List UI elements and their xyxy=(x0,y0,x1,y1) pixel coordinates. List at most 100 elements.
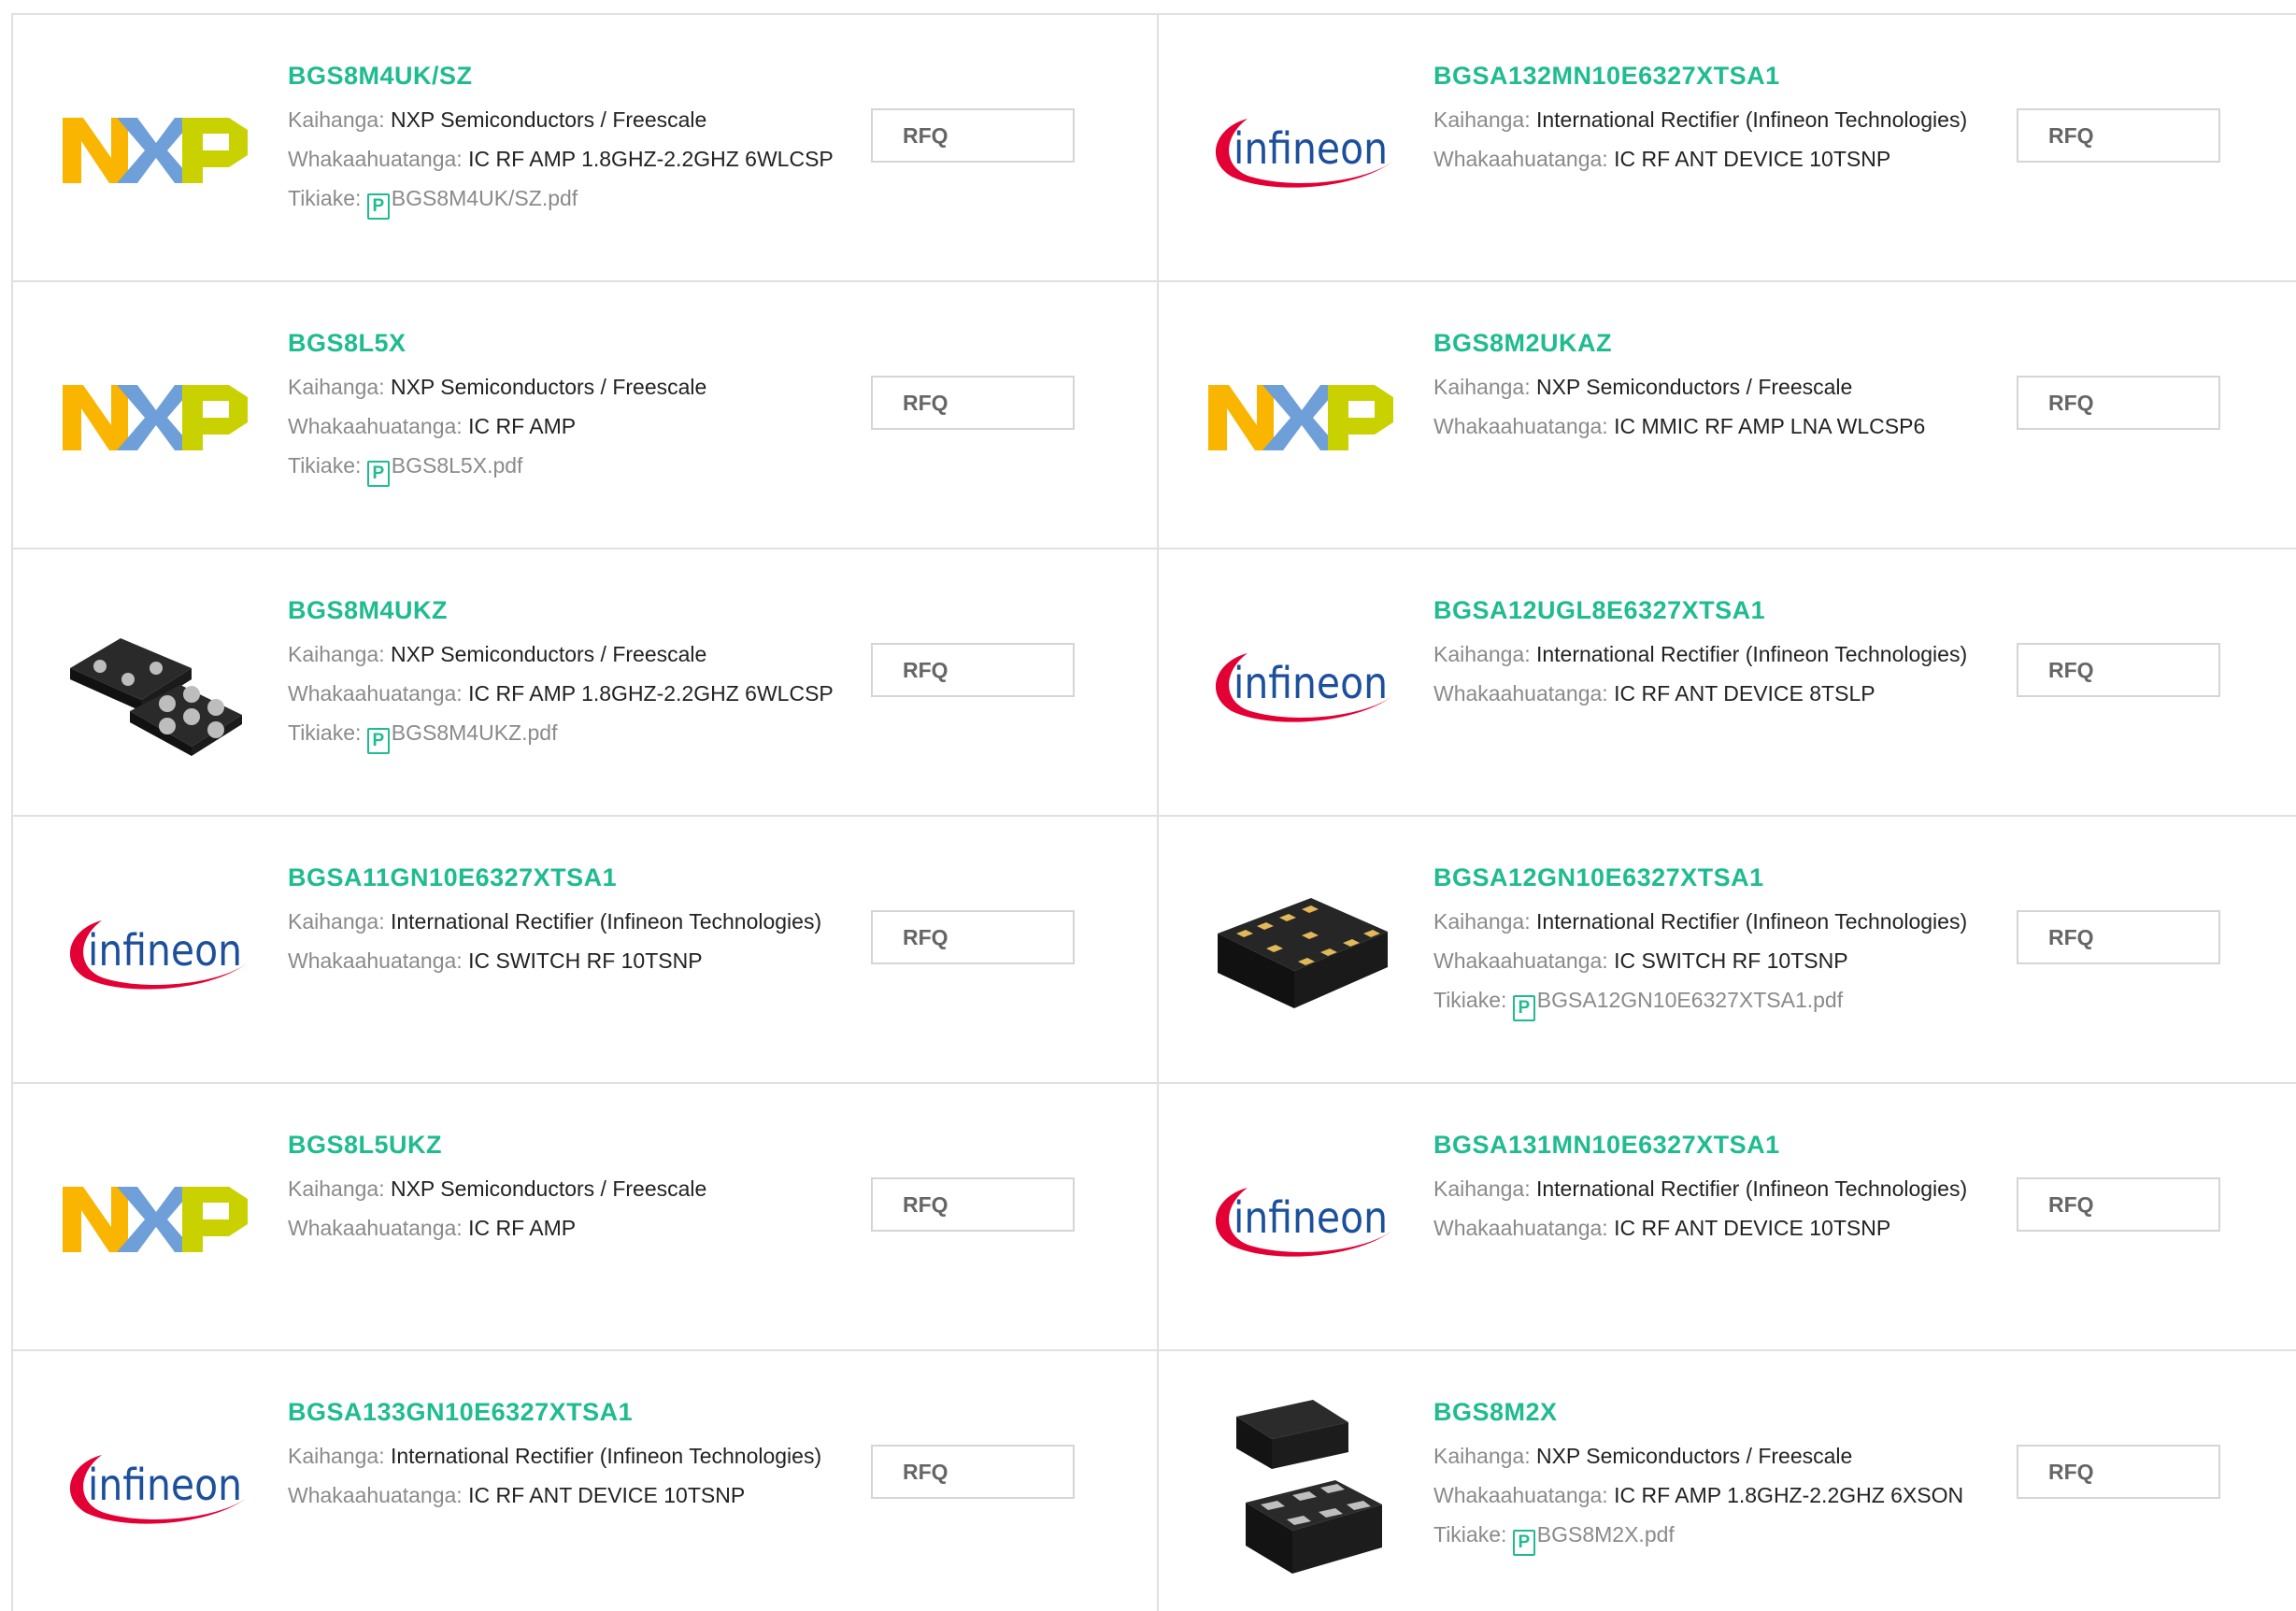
chip-wlcsp6-image[interactable] xyxy=(60,589,251,780)
datasheet-link[interactable]: BGS8M2X.pdf xyxy=(1537,1522,1675,1547)
datasheet-label: Tikiake: xyxy=(288,720,362,745)
part-number-link[interactable]: BGSA131MN10E6327XTSA1 xyxy=(1433,1131,2013,1160)
infineon-logo-image[interactable]: infineon xyxy=(1205,589,1397,780)
description-row: Whakaahuatanga: IC RF ANT DEVICE 10TSNP xyxy=(288,1476,867,1515)
rfq-button[interactable]: RFQ xyxy=(871,108,1075,163)
manufacturer-value: NXP Semiconductors / Freescale xyxy=(390,1176,707,1201)
description-value: IC RF ANT DEVICE 10TSNP xyxy=(468,1483,746,1507)
rfq-button[interactable]: RFQ xyxy=(871,910,1075,964)
description-label: Whakaahuatanga: xyxy=(1433,681,1608,706)
product-card: infineon BGSA132MN10E6327XTSA1 Kaihanga:… xyxy=(1159,15,2296,282)
infineon-logo-image[interactable]: infineon xyxy=(1205,54,1397,246)
manufacturer-value: International Rectifier (Infineon Techno… xyxy=(390,909,822,934)
pdf-icon[interactable]: P xyxy=(366,461,390,487)
rfq-button[interactable]: RFQ xyxy=(2017,376,2220,430)
manufacturer-value: NXP Semiconductors / Freescale xyxy=(390,107,707,132)
pdf-icon[interactable]: P xyxy=(366,193,390,220)
manufacturer-label: Kaihanga: xyxy=(288,1176,385,1201)
datasheet-link[interactable]: BGS8L5X.pdf xyxy=(392,453,523,478)
pdf-icon[interactable]: P xyxy=(1512,1530,1535,1556)
manufacturer-label: Kaihanga: xyxy=(288,375,385,399)
nxp-logo-image[interactable] xyxy=(60,321,251,513)
datasheet-link[interactable]: BGSA12GN10E6327XTSA1.pdf xyxy=(1537,988,1843,1012)
manufacturer-value: International Rectifier (Infineon Techno… xyxy=(1535,642,1968,666)
manufacturer-label: Kaihanga: xyxy=(288,642,385,666)
product-card: BGS8M2X Kaihanga: NXP Semiconductors / F… xyxy=(1159,1351,2296,1611)
description-value: IC MMIC RF AMP LNA WLCSP6 xyxy=(1614,414,1926,438)
rfq-button[interactable]: RFQ xyxy=(2017,910,2220,964)
nxp-logo-image[interactable] xyxy=(1205,321,1397,513)
nxp-logo-image[interactable] xyxy=(60,54,251,246)
part-number-link[interactable]: BGS8L5UKZ xyxy=(288,1131,867,1160)
description-value: IC RF ANT DEVICE 10TSNP xyxy=(1614,147,1891,171)
manufacturer-value: NXP Semiconductors / Freescale xyxy=(390,375,707,399)
description-label: Whakaahuatanga: xyxy=(288,1216,463,1240)
infineon-logo-image[interactable]: infineon xyxy=(60,856,251,1048)
description-label: Whakaahuatanga: xyxy=(1433,147,1608,171)
rfq-button[interactable]: RFQ xyxy=(2017,1445,2220,1499)
manufacturer-label: Kaihanga: xyxy=(288,1444,385,1468)
product-card: infineon BGSA11GN10E6327XTSA1 Kaihanga: … xyxy=(13,817,1159,1084)
part-number-link[interactable]: BGSA133GN10E6327XTSA1 xyxy=(288,1398,867,1427)
manufacturer-row: Kaihanga: International Rectifier (Infin… xyxy=(1433,100,2013,139)
svg-text:infineon: infineon xyxy=(1234,123,1388,174)
product-info: BGS8M2UKAZ Kaihanga: NXP Semiconductors … xyxy=(1433,329,2013,446)
product-grid: BGS8M4UK/SZ Kaihanga: NXP Semiconductors… xyxy=(11,13,2296,1611)
manufacturer-row: Kaihanga: NXP Semiconductors / Freescale xyxy=(1433,367,2013,406)
description-label: Whakaahuatanga: xyxy=(288,1483,463,1507)
infineon-logo-image[interactable]: infineon xyxy=(1205,1123,1397,1315)
nxp-logo-image[interactable] xyxy=(60,1123,251,1315)
manufacturer-row: Kaihanga: International Rectifier (Infin… xyxy=(1433,902,2013,941)
description-row: Whakaahuatanga: IC RF AMP 1.8GHZ-2.2GHZ … xyxy=(1433,1476,2013,1515)
manufacturer-row: Kaihanga: NXP Semiconductors / Freescale xyxy=(288,1169,867,1208)
datasheet-row: Tikiake: P BGS8M2X.pdf xyxy=(1433,1515,2013,1556)
datasheet-label: Tikiake: xyxy=(288,186,362,210)
part-number-link[interactable]: BGS8M4UKZ xyxy=(288,596,867,625)
description-value: IC RF AMP 1.8GHZ-2.2GHZ 6XSON xyxy=(1614,1483,1964,1507)
description-value: IC SWITCH RF 10TSNP xyxy=(468,948,703,973)
manufacturer-label: Kaihanga: xyxy=(1433,107,1531,132)
part-number-link[interactable]: BGSA132MN10E6327XTSA1 xyxy=(1433,62,2013,91)
rfq-button[interactable]: RFQ xyxy=(871,643,1075,697)
pdf-icon[interactable]: P xyxy=(366,728,390,754)
manufacturer-row: Kaihanga: NXP Semiconductors / Freescale xyxy=(288,100,867,139)
datasheet-label: Tikiake: xyxy=(1433,1522,1507,1547)
rfq-button[interactable]: RFQ xyxy=(871,1177,1075,1232)
rfq-button[interactable]: RFQ xyxy=(2017,108,2220,163)
description-row: Whakaahuatanga: IC SWITCH RF 10TSNP xyxy=(288,941,867,980)
description-row: Whakaahuatanga: IC SWITCH RF 10TSNP xyxy=(1433,941,2013,980)
datasheet-link[interactable]: BGS8M4UK/SZ.pdf xyxy=(392,186,578,210)
datasheet-link[interactable]: BGS8M4UKZ.pdf xyxy=(392,720,558,745)
part-number-link[interactable]: BGS8M2UKAZ xyxy=(1433,329,2013,358)
part-number-link[interactable]: BGS8M4UK/SZ xyxy=(288,62,867,91)
part-number-link[interactable]: BGSA12UGL8E6327XTSA1 xyxy=(1433,596,2013,625)
datasheet-row: Tikiake: P BGSA12GN10E6327XTSA1.pdf xyxy=(1433,980,2013,1021)
part-number-link[interactable]: BGS8L5X xyxy=(288,329,867,358)
pdf-icon[interactable]: P xyxy=(1512,995,1535,1021)
description-row: Whakaahuatanga: IC RF AMP 1.8GHZ-2.2GHZ … xyxy=(288,139,867,178)
chip-xson6-image[interactable] xyxy=(1205,1390,1397,1582)
rfq-button[interactable]: RFQ xyxy=(871,376,1075,430)
product-card: BGSA12GN10E6327XTSA1 Kaihanga: Internati… xyxy=(1159,817,2296,1084)
manufacturer-label: Kaihanga: xyxy=(1433,1444,1531,1468)
product-info: BGS8L5UKZ Kaihanga: NXP Semiconductors /… xyxy=(288,1131,867,1247)
description-value: IC RF AMP xyxy=(468,414,577,438)
manufacturer-value: International Rectifier (Infineon Techno… xyxy=(1535,107,1968,132)
rfq-button[interactable]: RFQ xyxy=(871,1445,1075,1499)
product-info: BGS8M4UKZ Kaihanga: NXP Semiconductors /… xyxy=(288,596,867,754)
datasheet-row: Tikiake: P BGS8M4UKZ.pdf xyxy=(288,713,867,754)
part-number-link[interactable]: BGS8M2X xyxy=(1433,1398,2013,1427)
manufacturer-label: Kaihanga: xyxy=(1433,909,1531,934)
description-row: Whakaahuatanga: IC RF ANT DEVICE 10TSNP xyxy=(1433,1208,2013,1247)
description-row: Whakaahuatanga: IC RF AMP xyxy=(288,1208,867,1247)
chip-tsnp10-image[interactable] xyxy=(1205,856,1397,1048)
product-info: BGSA131MN10E6327XTSA1 Kaihanga: Internat… xyxy=(1433,1131,2013,1247)
product-card: infineon BGSA12UGL8E6327XTSA1 Kaihanga: … xyxy=(1159,549,2296,817)
infineon-logo-image[interactable]: infineon xyxy=(60,1390,251,1582)
part-number-link[interactable]: BGSA12GN10E6327XTSA1 xyxy=(1433,863,2013,892)
rfq-button[interactable]: RFQ xyxy=(2017,1177,2220,1232)
part-number-link[interactable]: BGSA11GN10E6327XTSA1 xyxy=(288,863,867,892)
description-value: IC SWITCH RF 10TSNP xyxy=(1614,948,1848,973)
description-value: IC RF AMP 1.8GHZ-2.2GHZ 6WLCSP xyxy=(468,147,834,171)
rfq-button[interactable]: RFQ xyxy=(2017,643,2220,697)
